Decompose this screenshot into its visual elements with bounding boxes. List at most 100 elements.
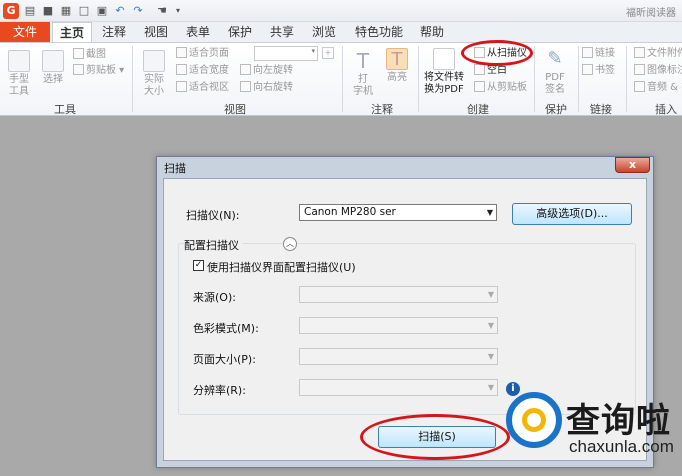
hand-icon[interactable]: ☚ xyxy=(155,4,169,18)
highlight-button[interactable]: T 高亮 xyxy=(384,48,410,84)
advanced-options-button[interactable]: 高级选项(D)... xyxy=(512,203,632,225)
highlight-icon: T xyxy=(386,48,408,70)
hand-tool-button[interactable]: 手型 工具 xyxy=(4,50,34,98)
tab-file[interactable]: 文件 xyxy=(0,22,50,42)
screenshot-label: 截图 xyxy=(86,49,106,60)
convert-to-pdf-label: 将文件转 换为PDF xyxy=(424,72,464,95)
select-icon xyxy=(42,50,64,72)
group-label-insert: 插入 xyxy=(655,103,677,116)
print-icon[interactable]: ▦ xyxy=(59,4,73,18)
link-label: 链接 xyxy=(595,48,615,59)
file-attachment-button[interactable]: 文件附件 xyxy=(634,47,682,61)
ribbon-separator xyxy=(578,46,579,112)
group-label-protect: 保护 xyxy=(545,103,567,116)
color-mode-label: 色彩模式(M): xyxy=(193,322,259,335)
tab-view[interactable]: 视图 xyxy=(138,22,174,42)
page-size-select[interactable]: ▼ xyxy=(299,348,498,365)
highlight-oval-scan xyxy=(360,414,510,460)
link-icon xyxy=(582,47,593,58)
undo-icon[interactable]: ↶ xyxy=(113,4,127,18)
rotate-right-icon xyxy=(240,81,251,92)
audio-video-button[interactable]: 音频 & 视频 xyxy=(634,81,682,95)
blank-page-icon xyxy=(474,64,485,75)
scanner-select[interactable]: Canon MP280 ser ▼ xyxy=(299,204,497,221)
dialog-title: 扫描 xyxy=(164,162,186,175)
tab-help[interactable]: 帮助 xyxy=(414,22,450,42)
image-annotation-button[interactable]: 图像标注 xyxy=(634,64,682,78)
clipboard-label: 剪贴板 xyxy=(86,65,116,76)
attachment-icon xyxy=(634,47,645,58)
fit-page-label: 适合页面 xyxy=(189,48,229,59)
color-mode-select[interactable]: ▼ xyxy=(299,317,498,334)
chevron-down-icon: ▾ xyxy=(311,47,315,55)
ribbon-separator xyxy=(626,46,627,112)
tab-browse[interactable]: 浏览 xyxy=(306,22,342,42)
window-title: 福昕阅读器 xyxy=(626,8,676,19)
fit-visible-button[interactable]: 适合视区 xyxy=(176,81,229,95)
new-icon[interactable]: ▣ xyxy=(95,4,109,18)
tab-form[interactable]: 表单 xyxy=(180,22,216,42)
screenshot-button[interactable]: 截图 xyxy=(73,48,106,62)
chevron-down-icon: ▼ xyxy=(487,383,494,392)
info-icon[interactable]: i xyxy=(506,382,520,396)
fit-width-button[interactable]: 适合宽度 xyxy=(176,64,229,78)
clipboard-icon xyxy=(73,64,84,75)
blank-page-button[interactable]: 空白 xyxy=(474,64,507,78)
tab-share[interactable]: 共享 xyxy=(264,22,300,42)
source-select[interactable]: ▼ xyxy=(299,286,498,303)
pdf-sign-button[interactable]: ✎ PDF 签名 xyxy=(540,48,570,96)
fit-visible-label: 适合视区 xyxy=(189,82,229,93)
use-scanner-ui-label: 使用扫描仪界面配置扫描仪(U) xyxy=(207,261,356,274)
ribbon-separator xyxy=(132,46,133,112)
select-tool-button[interactable]: 选择 xyxy=(38,50,68,86)
convert-to-pdf-button[interactable]: 将文件转 换为PDF xyxy=(422,48,466,96)
chevron-down-icon: ▼ xyxy=(487,290,494,299)
rotate-left-button[interactable]: 向左旋转 xyxy=(240,64,293,78)
folder-icon[interactable]: ▤ xyxy=(23,4,37,18)
tab-home[interactable]: 主页 xyxy=(52,22,92,42)
pen-icon: ✎ xyxy=(547,48,563,69)
collapse-icon[interactable]: ︿ xyxy=(283,237,297,251)
tab-features[interactable]: 特色功能 xyxy=(350,22,408,42)
scanner-label: 扫描仪(N): xyxy=(186,209,240,222)
rotate-left-icon xyxy=(240,64,251,75)
close-icon[interactable]: x xyxy=(615,157,650,173)
pdf-file-icon xyxy=(433,48,455,70)
use-scanner-ui-checkbox[interactable]: ✓ xyxy=(193,260,204,271)
watermark-url: chaxunla.com xyxy=(569,437,674,456)
watermark-logo-inner xyxy=(522,408,546,432)
source-label: 来源(O): xyxy=(193,291,236,304)
new-icon[interactable]: □ xyxy=(77,4,91,18)
bookmark-button[interactable]: 书签 xyxy=(582,64,615,78)
actual-size-label: 实际 大小 xyxy=(144,74,164,97)
fit-width-label: 适合宽度 xyxy=(189,65,229,76)
clipboard-button[interactable]: 剪贴板 ▾ xyxy=(73,64,124,78)
chevron-down-icon: ▼ xyxy=(487,352,494,361)
group-label-links: 链接 xyxy=(590,103,612,116)
redo-icon[interactable]: ↷ xyxy=(131,4,145,18)
resolution-select[interactable]: ▼ xyxy=(299,379,498,396)
scanner-select-value: Canon MP280 ser xyxy=(304,206,396,218)
tab-comment[interactable]: 注释 xyxy=(96,22,132,42)
from-clipboard-button[interactable]: 从剪贴板 xyxy=(474,81,527,95)
zoom-in-icon[interactable]: + xyxy=(322,47,334,59)
tab-protect[interactable]: 保护 xyxy=(222,22,258,42)
link-button[interactable]: 链接 xyxy=(582,47,615,61)
config-group-title: 配置扫描仪 xyxy=(184,237,243,253)
actual-size-button[interactable]: 实际 大小 xyxy=(140,50,168,98)
rotate-left-label: 向左旋转 xyxy=(253,65,293,76)
save-icon[interactable]: ■ xyxy=(41,4,55,18)
fit-page-button[interactable]: 适合页面 xyxy=(176,47,229,61)
rotate-right-button[interactable]: 向右旋转 xyxy=(240,81,293,95)
app-logo-icon[interactable]: G xyxy=(3,3,19,19)
actual-size-icon xyxy=(143,50,165,72)
rotate-right-label: 向右旋转 xyxy=(253,82,293,93)
highlight-oval-scanner xyxy=(461,40,533,66)
zoom-input[interactable]: ▾ xyxy=(254,46,318,61)
dropdown-icon[interactable]: ▾ xyxy=(171,4,185,18)
blank-page-label: 空白 xyxy=(487,65,507,76)
media-icon xyxy=(634,81,645,92)
typewriter-button[interactable]: T 打 字机 xyxy=(350,50,376,98)
fit-visible-icon xyxy=(176,81,187,92)
hand-icon xyxy=(8,50,30,72)
